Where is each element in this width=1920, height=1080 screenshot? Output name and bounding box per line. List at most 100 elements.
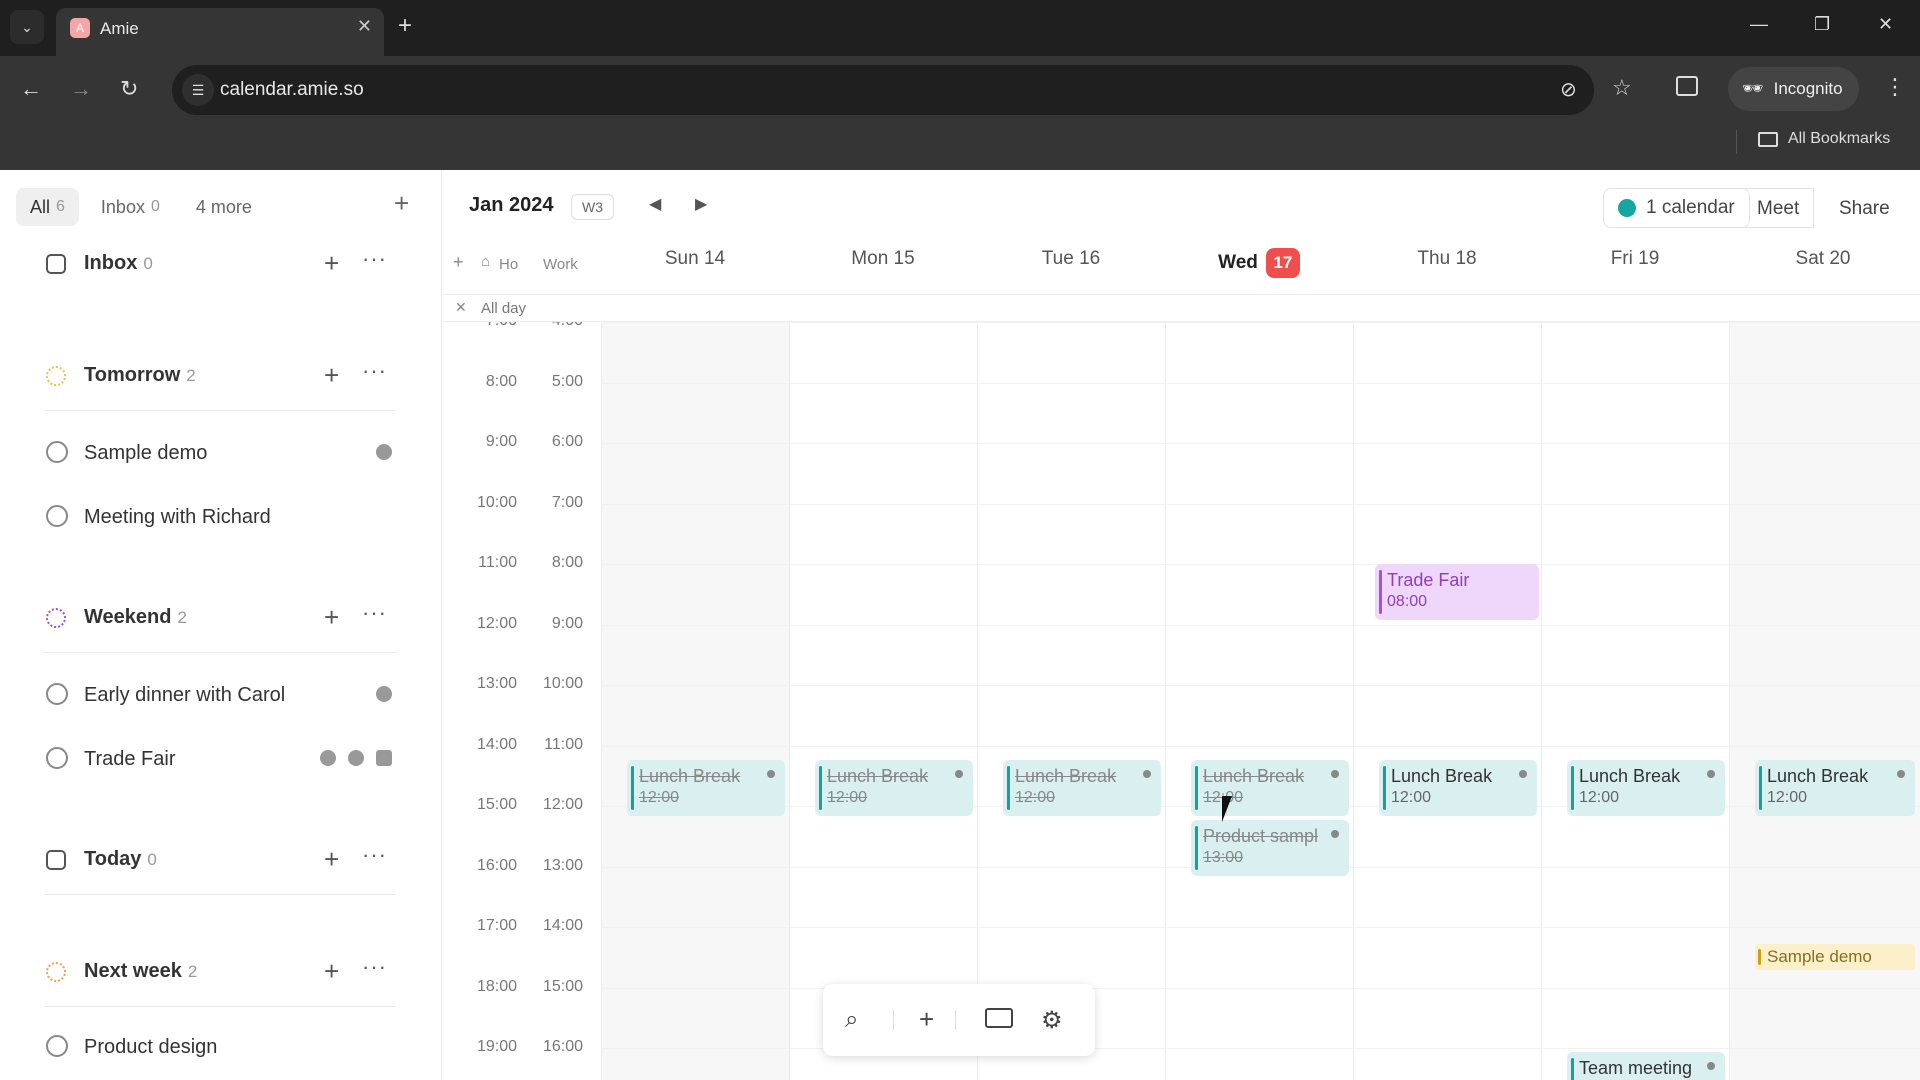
day-header-tue[interactable]: Tue 16 <box>977 248 1165 284</box>
day-header-sat[interactable]: Sat 20 <box>1729 248 1917 284</box>
day-column-fri[interactable] <box>1541 322 1729 1080</box>
tracking-eye-off-icon[interactable]: ⊘ <box>1560 77 1577 102</box>
group-tomorrow[interactable]: Tomorrow 2 + ··· <box>44 354 396 398</box>
hour-gridline <box>601 624 1920 626</box>
task-checkbox[interactable] <box>46 683 68 705</box>
group-today[interactable]: Today 0 + ··· <box>44 838 396 882</box>
collapse-icon[interactable]: ✕ <box>455 299 467 316</box>
home-icon: ⌂ <box>481 253 491 270</box>
event-product-sample[interactable]: Product sampl 13:00 <box>1191 820 1349 876</box>
tab-close-icon[interactable]: ✕ <box>357 16 372 37</box>
time-label-home: 7:00 <box>455 322 517 330</box>
calendar-selector-button[interactable]: 1 calendar <box>1603 188 1750 228</box>
sidebar-toggle-icon[interactable] <box>985 1008 1013 1028</box>
tab-search-chevron-icon[interactable]: ⌄ <box>10 10 44 44</box>
all-day-row[interactable]: ✕ All day <box>443 294 1920 322</box>
window-close-icon[interactable]: ✕ <box>1878 14 1893 35</box>
day-column-mon[interactable] <box>789 322 977 1080</box>
browser-tab-amie[interactable]: A Amie ✕ <box>56 8 384 56</box>
task-item[interactable]: Meeting with Richard <box>44 496 396 536</box>
day-header-fri[interactable]: Fri 19 <box>1541 248 1729 284</box>
address-bar[interactable]: ☰ calendar.amie.so ⊘ ☆ <box>172 65 1632 115</box>
group-add-plus-icon[interactable]: + <box>324 956 339 987</box>
event-team-meeting[interactable]: Team meeting <box>1567 1052 1725 1080</box>
group-weekend[interactable]: Weekend 2 + ··· <box>44 596 396 640</box>
group-next-week[interactable]: Next week 2 + ··· <box>44 950 396 994</box>
time-label-home: 9:00 <box>485 433 517 450</box>
bookmark-star-icon[interactable]: ☆ <box>1612 75 1632 101</box>
all-bookmarks-button[interactable]: All Bookmarks <box>1758 130 1890 148</box>
event-lunch-break-sat[interactable]: Lunch Break 12:00 <box>1755 760 1915 816</box>
day-header-thu[interactable]: Thu 18 <box>1353 248 1541 284</box>
clock-icon <box>320 750 336 766</box>
group-more-icon[interactable]: ··· <box>362 246 387 272</box>
time-label-work: 5:00 <box>551 372 583 390</box>
task-label: Trade Fair <box>84 748 176 770</box>
task-item[interactable]: Sample demo <box>44 432 396 472</box>
day-header-sun[interactable]: Sun 14 <box>601 248 789 284</box>
task-item[interactable]: Product design <box>44 1026 396 1066</box>
time-label-home: 14:00 <box>476 735 517 753</box>
task-label: Sample demo <box>84 442 208 464</box>
back-arrow-icon[interactable]: ← <box>20 76 42 102</box>
day-column-tue[interactable] <box>977 322 1165 1080</box>
floating-toolbar: ⌕ + ⚙ <box>823 984 1095 1056</box>
filter-tab-all[interactable]: All 6 <box>16 188 79 226</box>
task-item[interactable]: Trade Fair <box>44 738 396 778</box>
group-add-plus-icon[interactable]: + <box>324 360 339 391</box>
event-lunch-break-fri[interactable]: Lunch Break 12:00 <box>1567 760 1725 816</box>
incognito-badge[interactable]: 🕶 Incognito <box>1728 67 1859 111</box>
add-plus-icon[interactable]: + <box>919 1004 934 1035</box>
add-timezone-plus-icon[interactable]: + <box>453 252 464 273</box>
event-lunch-break-tue[interactable]: Lunch Break 12:00 <box>1003 760 1161 816</box>
time-column: 7:00 4:00 8:00 5:00 9:00 6:00 10:00 7:00 11:00 8:… <box>443 322 601 1080</box>
task-checkbox[interactable] <box>46 747 68 769</box>
next-week-arrow-icon[interactable]: ▶ <box>695 194 707 214</box>
event-lunch-break-wed[interactable]: Lunch Break 12:00 <box>1191 760 1349 816</box>
group-inbox[interactable]: Inbox 0 + ··· <box>44 242 396 286</box>
amie-app: All 6 Inbox 0 4 more + Inbox 0 + ··· Tomo… <box>0 170 1920 1080</box>
group-more-icon[interactable]: ··· <box>362 600 387 626</box>
side-panel-icon[interactable] <box>1676 76 1698 96</box>
site-settings-icon[interactable]: ☰ <box>182 74 214 106</box>
restore-icon[interactable]: ❐ <box>1814 14 1830 35</box>
group-more-icon[interactable]: ··· <box>362 954 387 980</box>
group-add-plus-icon[interactable]: + <box>324 248 339 279</box>
day-column-sun[interactable] <box>601 322 789 1080</box>
share-button[interactable]: Share <box>1839 198 1890 220</box>
event-lunch-break-sun[interactable]: Lunch Break 12:00 <box>627 760 785 816</box>
event-lunch-break-thu[interactable]: Lunch Break 12:00 <box>1379 760 1537 816</box>
minimize-icon[interactable]: — <box>1750 14 1768 35</box>
week-number-badge[interactable]: W3 <box>571 194 614 220</box>
prev-week-arrow-icon[interactable]: ◀ <box>649 194 661 214</box>
chrome-menu-icon[interactable]: ⋮ <box>1884 74 1906 100</box>
filter-tab-inbox[interactable]: Inbox 0 <box>87 188 174 226</box>
task-item[interactable]: Early dinner with Carol <box>44 674 396 714</box>
group-more-icon[interactable]: ··· <box>362 842 387 868</box>
event-lunch-break-mon[interactable]: Lunch Break 12:00 <box>815 760 973 816</box>
task-checkbox[interactable] <box>46 505 68 527</box>
add-list-plus-icon[interactable]: + <box>394 188 409 219</box>
event-trade-fair[interactable]: Trade Fair 08:00 <box>1375 564 1539 620</box>
new-tab-plus-icon[interactable]: + <box>398 12 412 40</box>
group-divider <box>44 652 396 653</box>
forward-arrow-icon[interactable]: → <box>70 76 92 102</box>
filter-tab-more[interactable]: 4 more <box>182 188 266 226</box>
day-column-wed[interactable] <box>1165 322 1353 1080</box>
meet-button[interactable]: Meet <box>1743 188 1815 228</box>
group-add-plus-icon[interactable]: + <box>324 844 339 875</box>
task-chip-sample-demo[interactable]: Sample demo <box>1755 944 1915 970</box>
group-count: 2 <box>187 962 198 981</box>
day-column-thu[interactable] <box>1353 322 1541 1080</box>
time-grid[interactable]: 7:00 4:00 8:00 5:00 9:00 6:00 10:00 7:00 11:00 8:… <box>443 322 1920 1080</box>
group-more-icon[interactable]: ··· <box>362 358 387 384</box>
reload-icon[interactable]: ↻ <box>120 76 138 102</box>
group-add-plus-icon[interactable]: + <box>324 602 339 633</box>
task-checkbox[interactable] <box>46 1035 68 1057</box>
inbox-icon <box>46 254 66 274</box>
task-checkbox[interactable] <box>46 441 68 463</box>
day-header-wed-today[interactable]: Wed 17 <box>1165 248 1353 284</box>
search-icon[interactable]: ⌕ <box>845 1006 858 1034</box>
day-header-mon[interactable]: Mon 15 <box>789 248 977 284</box>
settings-gear-icon[interactable]: ⚙ <box>1041 1006 1063 1035</box>
